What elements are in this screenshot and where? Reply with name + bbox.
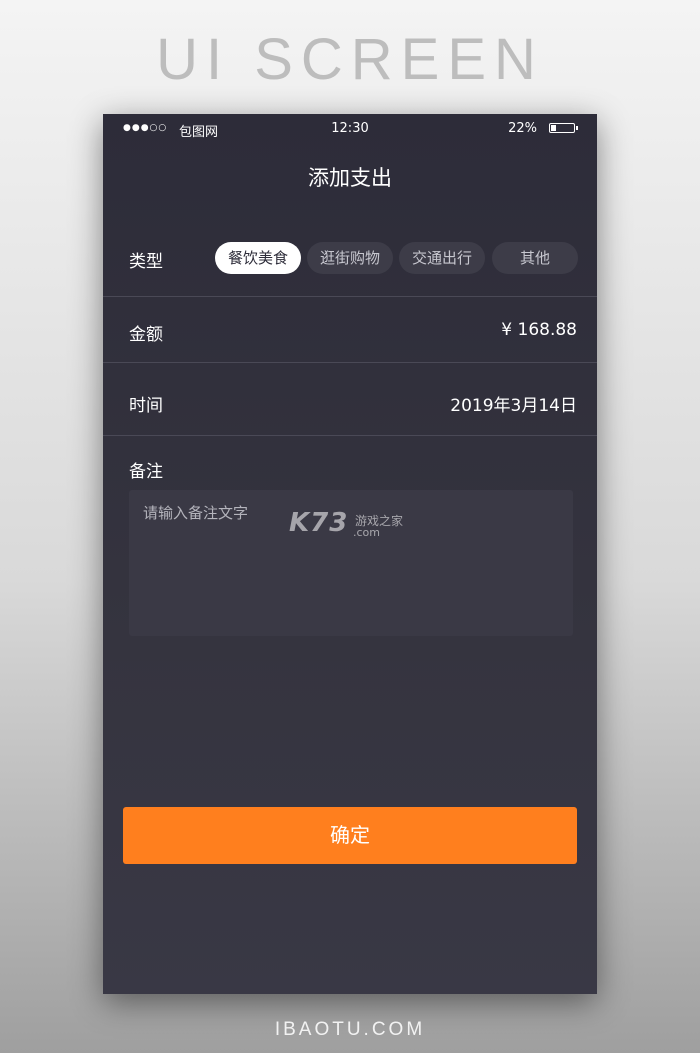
- battery-nub: [576, 126, 578, 130]
- battery-icon: [549, 123, 578, 133]
- amount-label: 金额: [129, 325, 163, 345]
- banner-title: UI SCREEN: [156, 27, 544, 92]
- note-placeholder: 请输入备注文字: [143, 504, 249, 522]
- divider: [103, 296, 597, 297]
- type-chip-shopping[interactable]: 逛街购物: [307, 242, 393, 274]
- type-label: 类型: [129, 252, 163, 272]
- amount-value[interactable]: ¥ 168.88: [501, 320, 577, 340]
- divider: [103, 435, 597, 436]
- type-chip-transport[interactable]: 交通出行: [399, 242, 485, 274]
- battery-percent: 22%: [508, 121, 537, 136]
- page-title: 添加支出: [308, 166, 392, 190]
- type-chip-other[interactable]: 其他: [492, 242, 578, 274]
- phone-screen: ●●●○○ 包图网 12:30 22% 添加支出 类型 餐饮美食 逛街购物 交通…: [103, 114, 597, 994]
- status-bar: ●●●○○ 包图网 12:30 22%: [103, 114, 597, 144]
- date-value[interactable]: 2019年3月14日: [450, 391, 577, 416]
- time-label: 时间: [129, 396, 163, 416]
- footer-brand: IBAOTU.COM: [274, 1019, 426, 1040]
- divider: [103, 362, 597, 363]
- battery-fill: [551, 125, 556, 131]
- type-chip-food[interactable]: 餐饮美食: [215, 242, 301, 274]
- note-label: 备注: [129, 462, 163, 482]
- confirm-button[interactable]: 确定: [123, 807, 577, 864]
- note-textarea[interactable]: 请输入备注文字: [129, 490, 573, 636]
